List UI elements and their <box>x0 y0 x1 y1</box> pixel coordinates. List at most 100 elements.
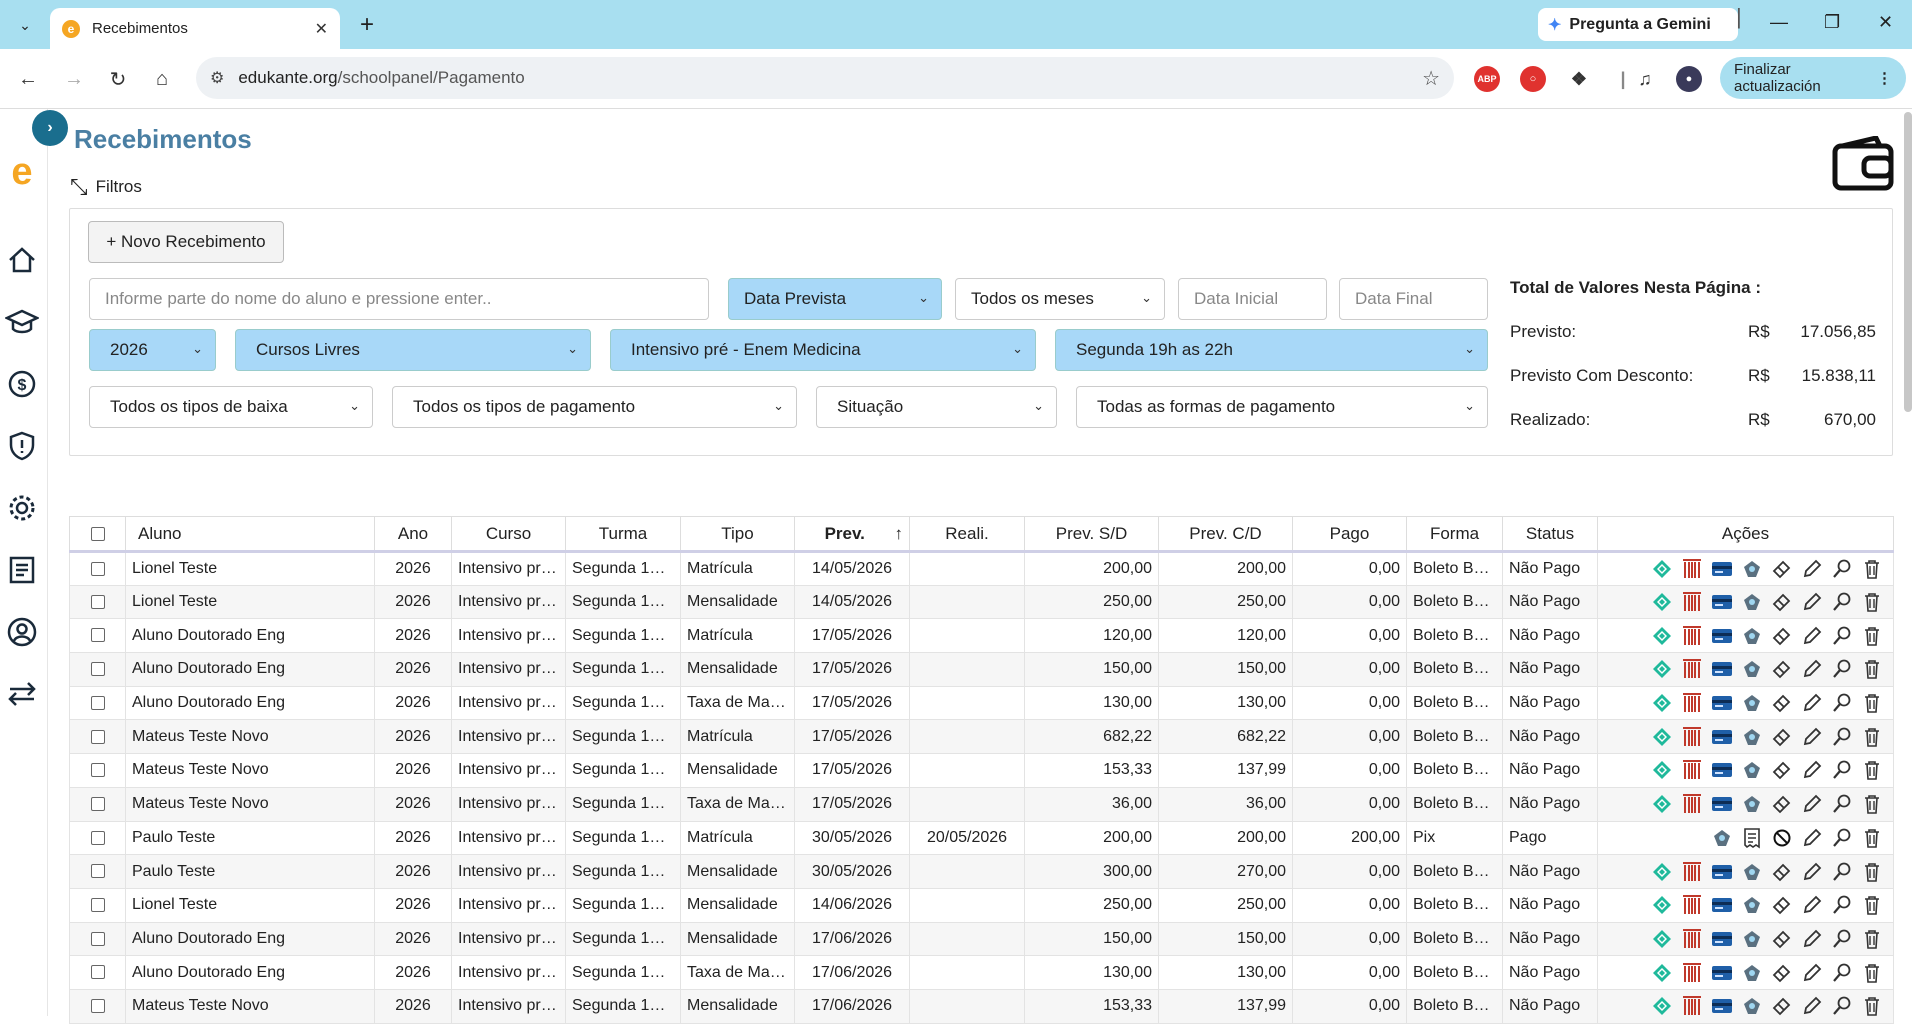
row-checkbox-cell[interactable] <box>69 719 126 755</box>
row-checkbox-cell[interactable] <box>69 988 126 1024</box>
credit-card-icon[interactable] <box>1711 928 1733 950</box>
pix-icon[interactable] <box>1651 962 1673 984</box>
view-search-icon[interactable] <box>1831 995 1853 1017</box>
edit-pencil-icon[interactable] <box>1801 928 1823 950</box>
column-header[interactable]: Prev. ↑ <box>794 516 910 553</box>
update-button[interactable]: Finalizar actualización ⋮ <box>1720 57 1906 99</box>
table-row[interactable]: Paulo Teste2026Intensivo pré - Enem Medi… <box>69 854 1894 889</box>
row-checkbox[interactable] <box>90 864 105 879</box>
money-payment-icon[interactable] <box>1741 759 1763 781</box>
money-payment-icon[interactable] <box>1741 726 1763 748</box>
eraser-icon[interactable] <box>1771 625 1793 647</box>
delete-trash-icon[interactable] <box>1861 591 1883 613</box>
sort-ascending-icon[interactable]: ↑ <box>895 524 904 544</box>
forward-icon[interactable]: → <box>60 65 88 93</box>
boleto-barcode-icon[interactable] <box>1681 658 1703 680</box>
close-tab-icon[interactable]: ✕ <box>315 19 328 39</box>
eraser-icon[interactable] <box>1771 759 1793 781</box>
writeoff-type-select[interactable]: Todos os tipos de baixa ⌄ <box>89 386 373 428</box>
money-payment-icon[interactable] <box>1741 692 1763 714</box>
gemini-button[interactable]: ✦ Pregunta a Gemini <box>1538 8 1738 41</box>
column-header[interactable]: Pago <box>1292 516 1407 553</box>
view-search-icon[interactable] <box>1831 625 1853 647</box>
boleto-barcode-icon[interactable] <box>1681 625 1703 647</box>
row-checkbox-cell[interactable] <box>69 551 126 586</box>
profile-avatar[interactable]: ● <box>1676 66 1702 92</box>
pix-icon[interactable] <box>1651 658 1673 680</box>
row-checkbox-cell[interactable] <box>69 685 126 721</box>
tab-search-chevron-icon[interactable]: ⌄ <box>10 10 40 40</box>
column-header[interactable]: Prev. C/D <box>1158 516 1293 553</box>
view-search-icon[interactable] <box>1831 591 1853 613</box>
row-checkbox-cell[interactable] <box>69 955 126 990</box>
bookmark-star-icon[interactable]: ☆ <box>1422 66 1440 91</box>
year-select[interactable]: 2026 ⌄ <box>89 329 216 371</box>
row-checkbox[interactable] <box>90 695 105 710</box>
column-header[interactable]: Tipo <box>680 516 795 553</box>
row-checkbox[interactable] <box>90 729 105 744</box>
table-row[interactable]: Aluno Doutorado Eng2026Intensivo pré - E… <box>69 652 1894 687</box>
boleto-barcode-icon[interactable] <box>1681 962 1703 984</box>
delete-trash-icon[interactable] <box>1861 995 1883 1017</box>
delete-trash-icon[interactable] <box>1861 759 1883 781</box>
pix-icon[interactable] <box>1651 591 1673 613</box>
delete-trash-icon[interactable] <box>1861 861 1883 883</box>
table-row[interactable]: Mateus Teste Novo2026Intensivo pré - Ene… <box>69 753 1894 788</box>
column-header[interactable]: Ano <box>374 516 452 553</box>
delete-trash-icon[interactable] <box>1861 894 1883 916</box>
money-payment-icon[interactable] <box>1741 793 1763 815</box>
row-checkbox[interactable] <box>90 763 105 778</box>
money-payment-icon[interactable] <box>1741 962 1763 984</box>
view-search-icon[interactable] <box>1831 692 1853 714</box>
boleto-barcode-icon[interactable] <box>1681 591 1703 613</box>
edit-pencil-icon[interactable] <box>1801 726 1823 748</box>
new-tab-icon[interactable]: + <box>352 10 382 40</box>
eraser-icon[interactable] <box>1771 558 1793 580</box>
credit-card-icon[interactable] <box>1711 759 1733 781</box>
pix-icon[interactable] <box>1651 625 1673 647</box>
address-bar[interactable]: ⚙ edukante.org/schoolpanel/Pagamento ☆ <box>196 57 1454 99</box>
pix-icon[interactable] <box>1651 995 1673 1017</box>
user-profile-icon[interactable] <box>4 614 40 650</box>
table-row[interactable]: Mateus Teste Novo2026Intensivo pré - Ene… <box>69 786 1894 822</box>
home-nav-icon[interactable] <box>4 242 40 278</box>
credit-card-icon[interactable] <box>1711 894 1733 916</box>
new-receipt-button[interactable]: + Novo Recebimento <box>88 221 284 263</box>
payment-type-select[interactable]: Todos os tipos de pagamento ⌄ <box>392 386 797 428</box>
row-checkbox[interactable] <box>90 594 105 609</box>
edit-pencil-icon[interactable] <box>1801 962 1823 984</box>
filters-toggle[interactable]: ⤡ Filtros <box>70 174 142 200</box>
view-search-icon[interactable] <box>1831 962 1853 984</box>
money-payment-icon[interactable] <box>1741 861 1763 883</box>
situation-select[interactable]: Situação ⌄ <box>816 386 1057 428</box>
page-scrollbar[interactable] <box>1904 112 1912 412</box>
edit-pencil-icon[interactable] <box>1801 558 1823 580</box>
edit-pencil-icon[interactable] <box>1801 861 1823 883</box>
row-checkbox-cell[interactable] <box>69 887 126 923</box>
view-search-icon[interactable] <box>1831 827 1853 849</box>
row-checkbox[interactable] <box>90 628 105 643</box>
boleto-barcode-icon[interactable] <box>1681 928 1703 950</box>
extensions-puzzle-icon[interactable]: ❖ <box>1566 66 1592 92</box>
pix-icon[interactable] <box>1651 861 1673 883</box>
boleto-barcode-icon[interactable] <box>1681 558 1703 580</box>
back-icon[interactable]: ← <box>14 65 42 93</box>
course-select[interactable]: Intensivo pré - Enem Medicina ⌄ <box>610 329 1036 371</box>
column-header[interactable]: Ações <box>1597 516 1894 553</box>
money-payment-icon[interactable] <box>1741 558 1763 580</box>
course-type-select[interactable]: Cursos Livres ⌄ <box>235 329 591 371</box>
home-icon[interactable]: ⌂ <box>148 65 176 93</box>
edit-pencil-icon[interactable] <box>1801 827 1823 849</box>
payment-form-select[interactable]: Todas as formas de pagamento ⌄ <box>1076 386 1488 428</box>
pix-icon[interactable] <box>1651 928 1673 950</box>
pix-icon[interactable] <box>1651 894 1673 916</box>
boleto-barcode-icon[interactable] <box>1681 793 1703 815</box>
edit-pencil-icon[interactable] <box>1801 692 1823 714</box>
column-header[interactable]: Prev. S/D <box>1024 516 1159 553</box>
row-checkbox-cell[interactable] <box>69 753 126 788</box>
more-menu-icon[interactable]: ⋮ <box>1877 69 1892 87</box>
browser-tab[interactable]: e Recebimentos ✕ <box>50 8 340 49</box>
date-type-select[interactable]: Data Prevista ⌄ <box>728 278 942 320</box>
minimize-icon[interactable]: — <box>1770 12 1788 33</box>
money-payment-icon[interactable] <box>1741 995 1763 1017</box>
